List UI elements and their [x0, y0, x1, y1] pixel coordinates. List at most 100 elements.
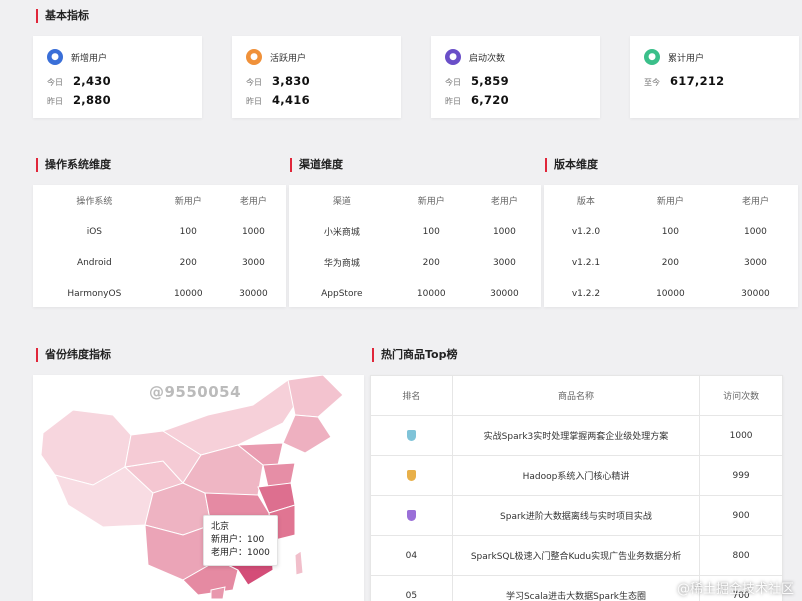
table-row[interactable]: Spark进阶大数据离线与实时项目实战 900	[370, 495, 783, 536]
medal-icon	[406, 510, 416, 521]
table-header-row: 版本 新用户 老用户	[544, 185, 798, 216]
column-header: 访问次数	[699, 375, 783, 416]
table-cell: 10000	[416, 288, 446, 299]
section-title-channel: 渠道维度	[290, 158, 343, 172]
table-cell: 100	[179, 226, 197, 237]
metric-title: 累计用户	[668, 53, 705, 64]
tooltip-old-users: 老用户：1000	[211, 548, 270, 558]
china-map[interactable]	[33, 375, 364, 601]
table-row: AppStore 10000 30000	[289, 278, 541, 309]
os-table: 操作系统 新用户 老用户 iOS 100 1000 Android 200 3000 Harmon…	[33, 185, 286, 309]
table-cell: 200	[179, 257, 197, 268]
section-title-os: 操作系统维度	[36, 158, 111, 172]
rank-cell: 05	[370, 575, 453, 601]
metric-header: ● 活跃用户	[246, 49, 306, 65]
metric-label: 至今	[644, 78, 660, 87]
table-cell: v1.2.0	[571, 226, 601, 237]
visit-count-cell: 900	[699, 495, 783, 536]
metric-header: ● 启动次数	[445, 49, 505, 65]
section-title-top: 热门商品Top榜	[372, 348, 457, 362]
table-cell: v1.2.2	[571, 288, 601, 299]
table-row: 华为商城 200 3000	[289, 247, 541, 278]
metric-header: ● 新增用户	[47, 49, 107, 65]
table-cell: 1000	[492, 226, 516, 237]
metric-label: 昨日	[246, 97, 262, 106]
table-cell: 100	[661, 226, 679, 237]
active-user-icon: ●	[246, 49, 262, 65]
tooltip-new-users: 新用户：100	[211, 535, 265, 545]
launch-icon: ●	[445, 49, 461, 65]
table-row: Android 200 3000	[33, 247, 286, 278]
metric-card: ● 活跃用户今日 3,830 昨日 4,416	[232, 36, 401, 118]
column-header: 版本	[576, 197, 595, 207]
medal-icon	[406, 470, 416, 481]
table-cell: 200	[422, 257, 440, 268]
metric-row: 今日 2,430	[47, 74, 111, 88]
metric-value: 5,859	[471, 74, 509, 88]
metric-row: 今日 3,830	[246, 74, 310, 88]
map-region-jilin-liaoning	[282, 414, 332, 454]
table-row: v1.2.2 10000 30000	[544, 278, 798, 309]
table-row: v1.2.1 200 3000	[544, 247, 798, 278]
table-row[interactable]: 实战Spark3实时处理掌握两套企业级处理方案 1000	[370, 415, 783, 456]
visit-count-cell: 999	[699, 455, 783, 496]
table-row[interactable]: Hadoop系统入门核心精讲 999	[370, 455, 783, 496]
metric-value: 2,880	[73, 93, 111, 107]
column-header: 新用户	[174, 197, 202, 207]
metric-value: 617,212	[670, 74, 725, 88]
table-row: iOS 100 1000	[33, 216, 286, 247]
metric-row: 昨日 6,720	[445, 93, 509, 107]
metric-value: 6,720	[471, 93, 509, 107]
table-cell: 华为商城	[323, 259, 360, 269]
table-cell: 100	[422, 226, 440, 237]
metric-row: 昨日 4,416	[246, 93, 310, 107]
table-row[interactable]: 04 SparkSQL极速入门整合Kudu实现广告业务数据分析 800	[370, 535, 783, 576]
table-cell: v1.2.1	[571, 257, 601, 268]
table-row: v1.2.0 100 1000	[544, 216, 798, 247]
metric-card: ● 累计用户至今 617,212	[630, 36, 799, 118]
table-row: 小米商城 100 1000	[289, 216, 541, 247]
product-name-cell: Hadoop系统入门核心精讲	[451, 455, 701, 496]
section-title-basic: 基本指标	[36, 9, 89, 23]
metric-header: ● 累计用户	[644, 49, 704, 65]
table-cell: 1000	[744, 226, 767, 237]
section-title-province: 省份纬度指标	[36, 348, 111, 362]
os-dimension-card: 操作系统 新用户 老用户 iOS 100 1000 Android 200 3000 Harmon…	[33, 185, 286, 307]
corner-watermark: @稀土掘金技术社区	[676, 582, 794, 597]
table-cell: 30000	[490, 288, 519, 299]
map-tooltip: 北京 新用户：100 老用户：1000	[203, 515, 278, 566]
table-cell: 30000	[239, 288, 268, 299]
metric-label: 昨日	[47, 97, 63, 106]
metric-title: 新增用户	[71, 53, 108, 64]
top-products-table: 排名 商品名称 访问次数 实战Spark3实时处理掌握两套企业级处理方案 1000 Had…	[370, 375, 783, 601]
section-title-version: 版本维度	[545, 158, 598, 172]
table-cell: AppStore	[321, 288, 363, 299]
table-cell: 3000	[241, 257, 265, 268]
table-cell: 200	[661, 257, 679, 268]
metric-label: 昨日	[445, 97, 461, 106]
tooltip-region: 北京	[211, 522, 230, 532]
metric-row: 至今 617,212	[644, 74, 724, 88]
column-header: 老用户	[490, 197, 518, 207]
table-cell: Android	[76, 257, 112, 268]
product-name-cell: 学习Scala进击大数据Spark生态圈	[451, 575, 701, 601]
column-header: 新用户	[417, 197, 445, 207]
metric-value: 3,830	[272, 74, 310, 88]
table-cell: 1000	[241, 226, 265, 237]
table-header-row: 排名 商品名称 访问次数	[370, 375, 783, 416]
metric-label: 今日	[47, 78, 63, 87]
version-dimension-card: 版本 新用户 老用户 v1.2.0 100 1000 v1.2.1 200 3000 v1.2.2…	[544, 185, 798, 307]
top-products-card: 排名 商品名称 访问次数 实战Spark3实时处理掌握两套企业级处理方案 1000 Had…	[370, 375, 783, 601]
table-cell: 3000	[744, 257, 767, 268]
map-watermark: @9550054	[149, 383, 242, 401]
column-header: 渠道	[332, 197, 351, 207]
product-name-cell: 实战Spark3实时处理掌握两套企业级处理方案	[451, 415, 701, 456]
channel-dimension-card: 渠道 新用户 老用户 小米商城 100 1000 华为商城 200 3000 AppStore 10…	[289, 185, 541, 307]
rank-cell	[370, 455, 453, 496]
rank-cell	[370, 495, 453, 536]
metric-value: 2,430	[73, 74, 111, 88]
metric-card: ● 启动次数 今日 5,859 昨日 6,720	[431, 36, 600, 118]
product-name-cell: SparkSQL极速入门整合Kudu实现广告业务数据分析	[451, 535, 701, 576]
metric-card: ● 新增用户今日 2,430 昨日 2,880	[33, 36, 202, 118]
user-icon: ●	[47, 49, 63, 65]
